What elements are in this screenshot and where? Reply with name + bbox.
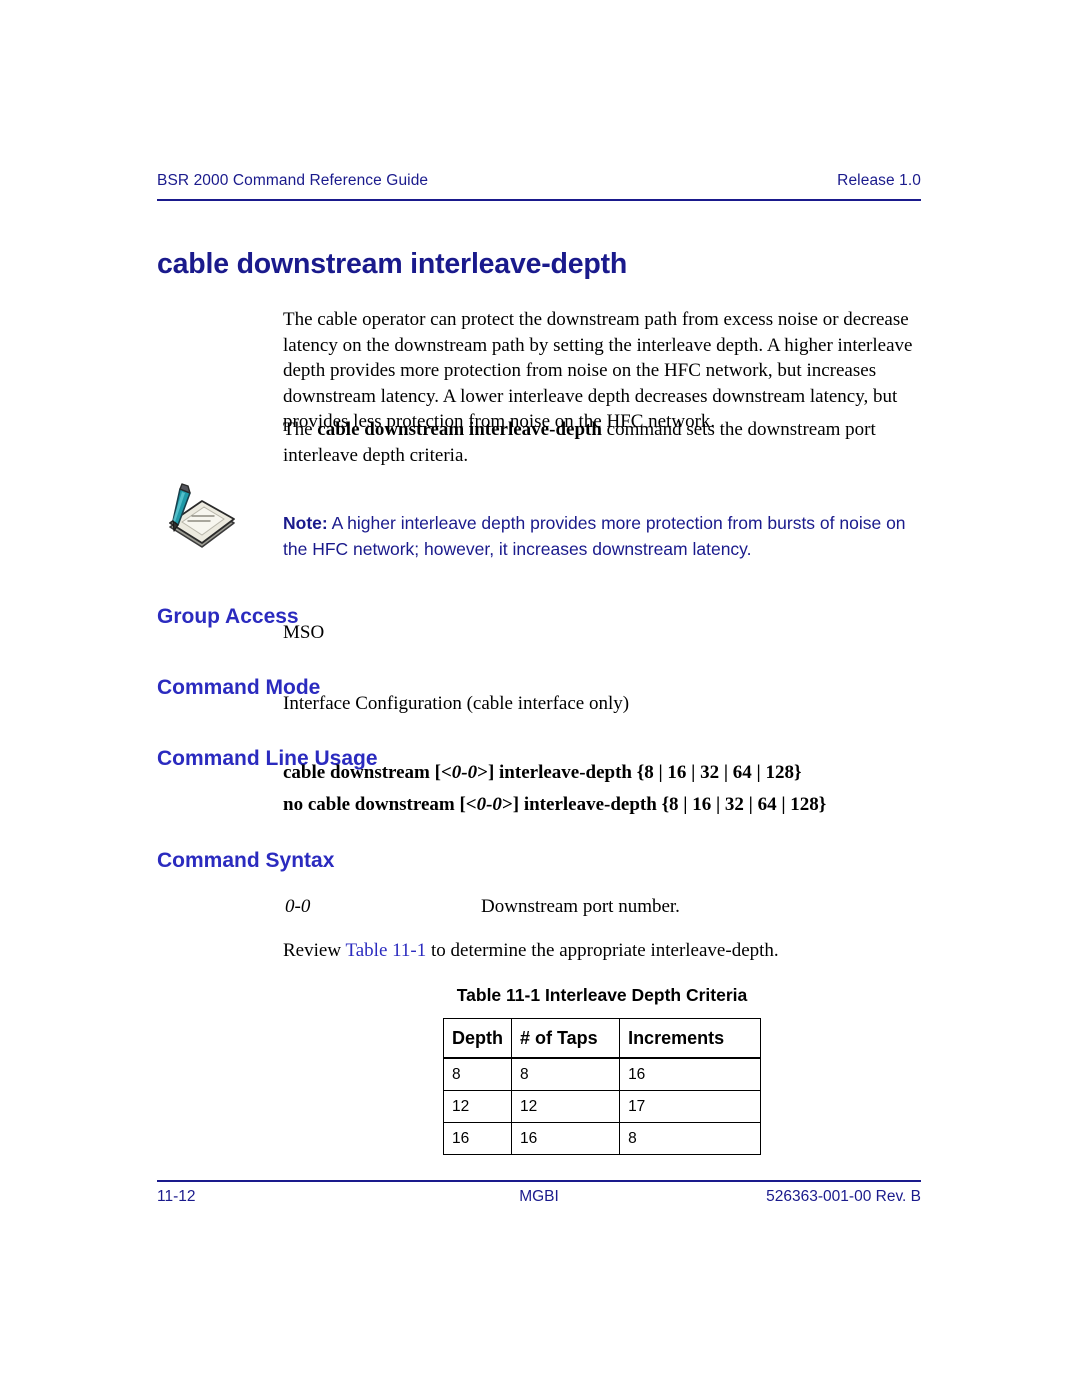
para2-prefix: The [283, 419, 318, 440]
intro-paragraph: The cable operator can protect the downs… [283, 309, 913, 432]
section-heading-group-access: Group Access [157, 605, 299, 629]
cell-increments: 16 [619, 1057, 761, 1091]
page-header: BSR 2000 Command Reference Guide Release… [157, 172, 921, 190]
header-title-left: BSR 2000 Command Reference Guide [157, 172, 429, 189]
syn2-prefix: no cable downstream [< [283, 794, 477, 815]
column-header-taps: # of Taps [510, 1018, 621, 1059]
cell-taps: 16 [510, 1122, 621, 1155]
cell-taps: 12 [510, 1090, 621, 1123]
column-header-depth: Depth [443, 1018, 512, 1059]
cell-taps: 8 [510, 1057, 621, 1091]
parameter-name: 0-0 [285, 896, 311, 917]
syn2-variable: 0-0 [476, 794, 502, 815]
command-mode-value: Interface Configuration (cable interface… [283, 693, 630, 714]
document-page: BSR 2000 Command Reference Guide Release… [0, 0, 1080, 1397]
table-row: 16 16 8 [443, 1122, 761, 1155]
section-heading-command-syntax: Command Syntax [157, 849, 335, 873]
parameter-description: Downstream port number. [481, 896, 680, 917]
interleave-depth-criteria-table: Depth # of Taps Increments 8 8 16 12 12 … [443, 1018, 761, 1155]
cell-depth: 8 [443, 1057, 512, 1091]
review-suffix: to determine the appropriate interleave-… [426, 940, 779, 961]
review-prefix: Review [283, 940, 346, 961]
group-access-value: MSO [283, 622, 325, 643]
table-row: 12 12 17 [443, 1090, 761, 1123]
column-header-increments: Increments [619, 1018, 761, 1059]
para2-command-name: cable downstream interleave-depth [317, 419, 602, 440]
table-row: 8 8 16 [443, 1057, 761, 1091]
parameter-row: 0-0 Downstream port number. [285, 896, 925, 918]
table-header-row: Depth # of Taps Increments [443, 1018, 761, 1059]
syn1-suffix: >] interleave-depth {8 | 16 | 32 | 64 | … [477, 762, 802, 783]
syn1-variable: 0-0 [451, 762, 478, 783]
note-text: Note: A higher interleave depth provides… [283, 510, 923, 562]
command-syntax-line-2: no cable downstream [<0-0>] interleave-d… [283, 794, 826, 816]
note-body: A higher interleave depth provides more … [283, 512, 906, 559]
cell-depth: 12 [443, 1090, 512, 1123]
footer-document-number: 526363-001-00 Rev. B [766, 1188, 921, 1205]
table-caption: Table 11-1 Interleave Depth Criteria [456, 985, 748, 1005]
note-label: Note: [283, 512, 328, 533]
command-syntax-line-1: cable downstream [<0-0>] interleave-dept… [283, 762, 801, 784]
syn2-suffix: >] interleave-depth {8 | 16 | 32 | 64 | … [501, 794, 827, 815]
syn1-prefix: cable downstream [< [283, 762, 452, 783]
cell-depth: 16 [443, 1122, 512, 1155]
command-description-paragraph: The cable downstream interleave-depth co… [283, 417, 921, 468]
cell-increments: 17 [619, 1090, 761, 1123]
page-title: cable downstream interleave-depth [157, 248, 628, 281]
table-cross-reference-link[interactable]: Table 11-1 [345, 940, 426, 961]
header-divider-rule [157, 199, 921, 201]
cell-increments: 8 [619, 1122, 761, 1155]
footer-divider-rule [157, 1180, 921, 1182]
header-release-right: Release 1.0 [837, 172, 921, 189]
note-pencil-pad-icon [158, 479, 242, 551]
review-table-line: Review Table 11-1 to determine the appro… [283, 940, 779, 962]
